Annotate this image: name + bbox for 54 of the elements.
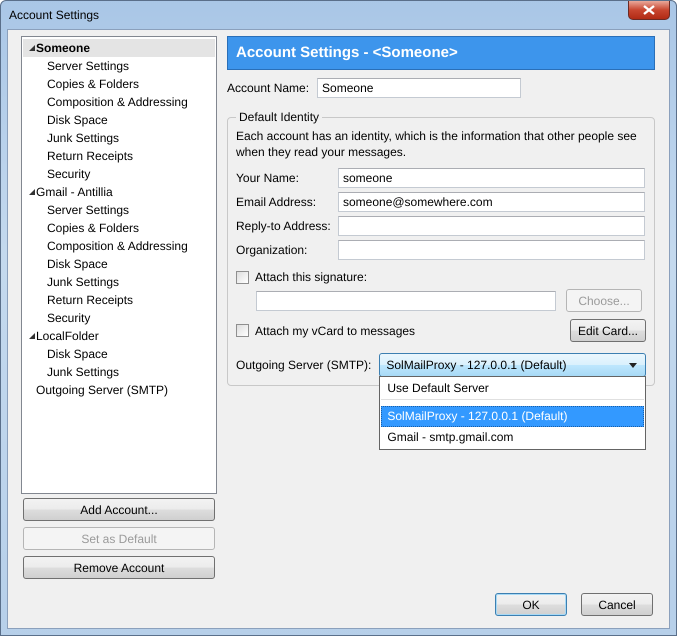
dialog-button[interactable]: OK [495, 593, 567, 616]
window-title: Account Settings [8, 8, 100, 22]
field-label: Your Name: [236, 171, 300, 185]
field-label: Outgoing Server (SMTP): [236, 358, 372, 372]
field-label: Reply-to Address: [236, 219, 332, 233]
checkbox-label: Attach this signature: [255, 270, 368, 284]
text-field[interactable]: someone [338, 168, 645, 188]
edit-card-button[interactable]: Edit Card... [570, 319, 646, 342]
identity-description: Each account has an identity, which is the information that other people see when they read your messages. [236, 128, 638, 160]
text-field[interactable] [338, 216, 645, 236]
tree-item[interactable]: Disk Space [23, 111, 215, 129]
tree-item[interactable]: Copies & Folders [23, 75, 215, 93]
account-button[interactable]: Add Account... [23, 498, 215, 521]
checkbox[interactable] [236, 324, 249, 337]
tree-item[interactable]: Copies & Folders [23, 219, 215, 237]
tree-item[interactable]: Security [23, 309, 215, 327]
expanded-triangle-icon[interactable] [29, 189, 35, 195]
tree-item[interactable]: Junk Settings [23, 363, 215, 381]
tree-item[interactable]: Return Receipts [23, 147, 215, 165]
tree-item[interactable]: Return Receipts [23, 291, 215, 309]
tree-item[interactable]: Disk Space [23, 255, 215, 273]
panel-header: Account Settings - <Someone> [227, 36, 655, 70]
tree-item[interactable]: Junk Settings [23, 273, 215, 291]
checkbox[interactable] [236, 270, 249, 284]
expanded-triangle-icon[interactable] [29, 45, 35, 51]
tree-item[interactable]: Security [23, 165, 215, 183]
tree-item[interactable]: Someone [23, 39, 215, 57]
tree-item[interactable]: Composition & Addressing [23, 237, 215, 255]
tree-item[interactable]: Gmail - Antillia [23, 183, 215, 201]
tree-item[interactable]: LocalFolder [23, 327, 215, 345]
tree-item[interactable]: Disk Space [23, 345, 215, 363]
text-field[interactable] [338, 240, 645, 260]
tree-item[interactable]: Server Settings [23, 57, 215, 75]
tree-item[interactable]: Server Settings [23, 201, 215, 219]
account-button[interactable]: Remove Account [23, 556, 215, 579]
account-name-field[interactable]: Someone [317, 78, 522, 98]
tree-item[interactable]: Outgoing Server (SMTP) [23, 381, 215, 399]
close-button[interactable] [628, 1, 670, 20]
field-label: Account Name: [227, 81, 310, 95]
tree-item[interactable]: Junk Settings [23, 129, 215, 147]
field-label: Email Address: [236, 195, 318, 209]
signature-file-field[interactable] [256, 290, 556, 310]
group-legend: Default Identity [236, 110, 322, 124]
menu-option[interactable]: Use Default Server [381, 378, 644, 400]
expanded-triangle-icon[interactable] [29, 333, 35, 339]
dialog-button[interactable]: Cancel [581, 593, 653, 616]
checkbox-label: Attach my vCard to messages [255, 324, 416, 338]
dropdown-arrow-icon [629, 362, 637, 368]
field-label: Organization: [236, 243, 308, 257]
server-dropdown[interactable]: SolMailProxy - 127.0.0.1 (Default) [379, 353, 646, 377]
close-icon [643, 5, 655, 15]
tree-item[interactable]: Composition & Addressing [23, 93, 215, 111]
text-field[interactable]: someone@somewhere.com [338, 192, 645, 212]
menu-option[interactable]: Gmail - smtp.gmail.com [381, 427, 644, 448]
